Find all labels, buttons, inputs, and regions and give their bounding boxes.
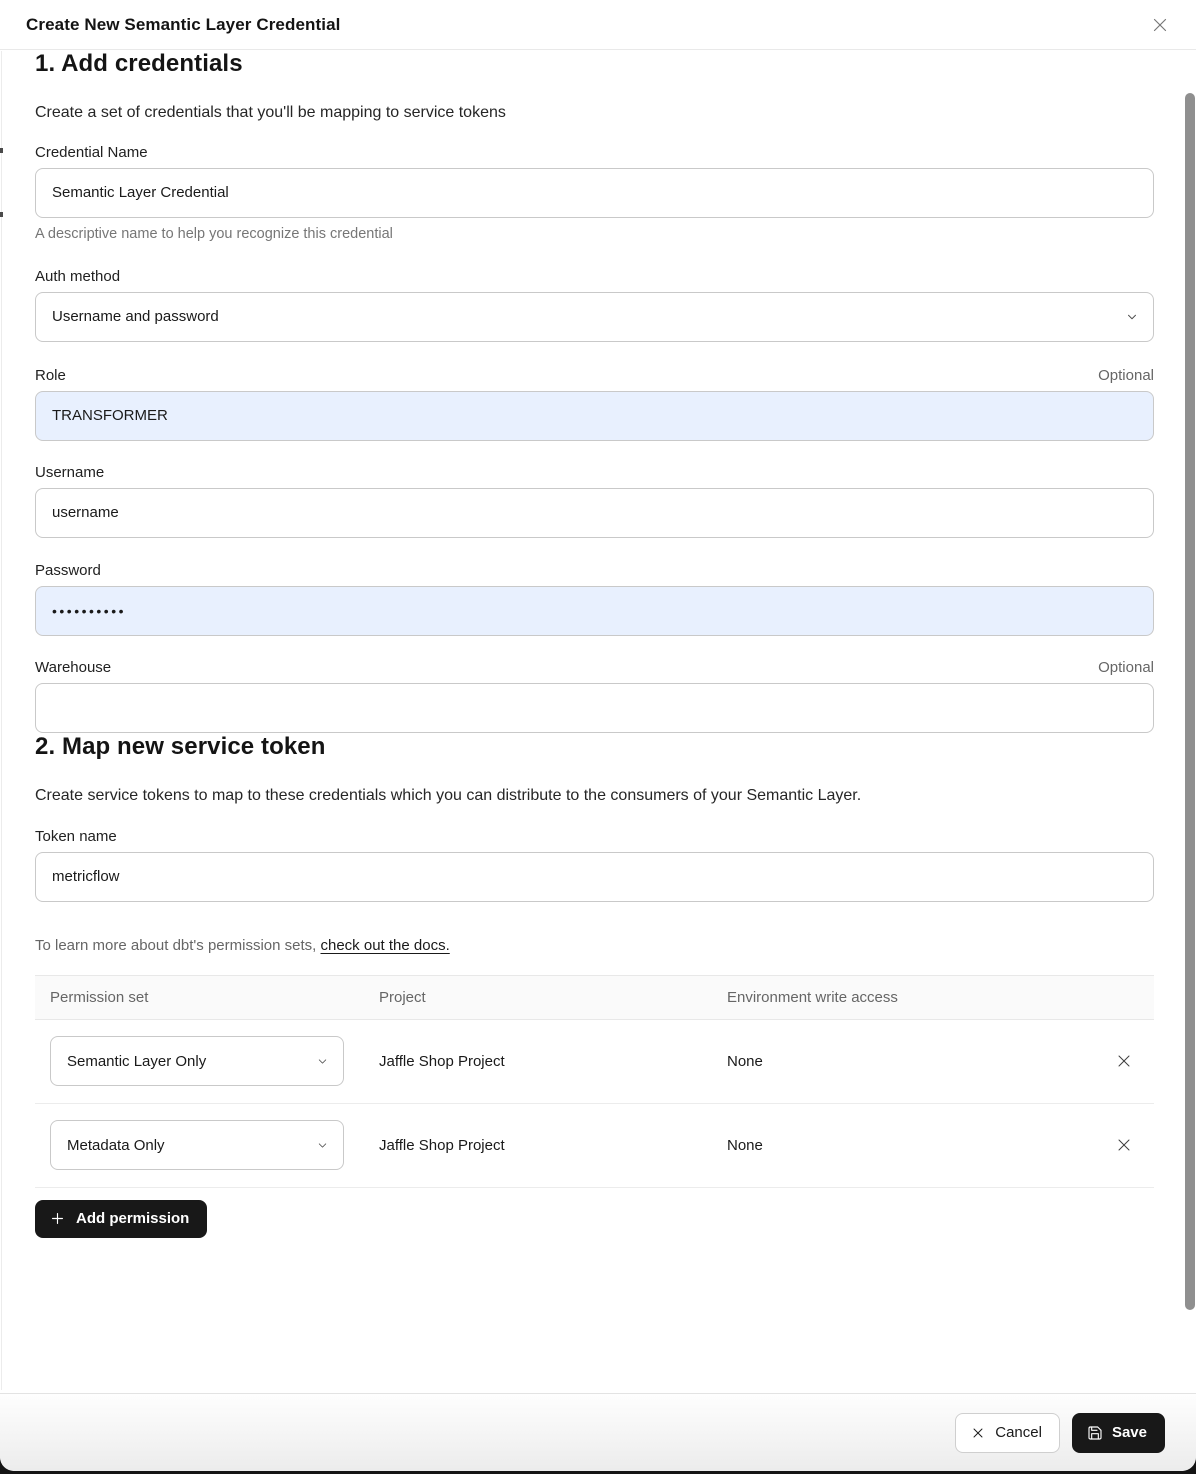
cancel-label: Cancel bbox=[995, 1424, 1042, 1441]
password-input[interactable] bbox=[35, 586, 1154, 636]
permission-docs-note: To learn more about dbt's permission set… bbox=[35, 937, 1154, 954]
credential-name-input[interactable] bbox=[35, 168, 1154, 218]
auth-method-label: Auth method bbox=[35, 268, 120, 285]
cancel-button[interactable]: Cancel bbox=[955, 1413, 1060, 1453]
map-service-token-heading: 2. Map new service token bbox=[35, 733, 1154, 762]
remove-icon bbox=[1114, 1135, 1134, 1155]
table-row: Semantic Layer Only Jaffle Shop Project … bbox=[35, 1020, 1154, 1104]
remove-permission-button[interactable] bbox=[1110, 1131, 1138, 1159]
create-credential-modal: Create New Semantic Layer Credential 1. … bbox=[0, 0, 1196, 1471]
save-floppy-icon bbox=[1087, 1425, 1103, 1441]
map-service-token-description: Create service tokens to map to these cr… bbox=[35, 786, 1154, 805]
credential-name-label: Credential Name bbox=[35, 144, 148, 161]
docs-link[interactable]: check out the docs. bbox=[321, 937, 450, 954]
username-label: Username bbox=[35, 464, 104, 481]
permission-set-selected-value: Metadata Only bbox=[67, 1137, 165, 1154]
token-name-field-group: Token name bbox=[35, 828, 1154, 902]
permission-docs-text: To learn more about dbt's permission set… bbox=[35, 937, 321, 954]
role-optional-badge: Optional bbox=[1098, 367, 1154, 384]
permission-set-select[interactable]: Semantic Layer Only bbox=[50, 1036, 344, 1086]
username-field-group: Username bbox=[35, 464, 1154, 538]
column-header-environment-write-access: Environment write access bbox=[727, 989, 1110, 1006]
project-cell: Jaffle Shop Project bbox=[379, 1053, 727, 1070]
column-header-permission-set: Permission set bbox=[50, 989, 379, 1006]
add-credentials-heading: 1. Add credentials bbox=[35, 50, 1154, 79]
permission-set-selected-value: Semantic Layer Only bbox=[67, 1053, 206, 1070]
modal-body: 1. Add credentials Create a set of crede… bbox=[0, 50, 1196, 1238]
save-label: Save bbox=[1112, 1424, 1147, 1441]
add-permission-label: Add permission bbox=[76, 1210, 189, 1227]
vertical-scrollbar[interactable] bbox=[1185, 93, 1195, 1310]
remove-permission-button[interactable] bbox=[1110, 1047, 1138, 1075]
cancel-x-icon bbox=[970, 1425, 986, 1441]
add-permission-button[interactable]: Add permission bbox=[35, 1200, 207, 1238]
background-page-sliver bbox=[1, 51, 2, 1390]
close-button[interactable] bbox=[1148, 13, 1172, 37]
warehouse-field-group: Warehouse Optional bbox=[35, 659, 1154, 733]
project-cell: Jaffle Shop Project bbox=[379, 1137, 727, 1154]
column-header-project: Project bbox=[379, 989, 727, 1006]
modal-header: Create New Semantic Layer Credential bbox=[0, 0, 1196, 50]
background-page-sliver bbox=[0, 212, 3, 217]
save-button[interactable]: Save bbox=[1072, 1413, 1165, 1453]
background-page-sliver bbox=[0, 148, 3, 153]
role-label: Role bbox=[35, 367, 66, 384]
remove-icon bbox=[1114, 1051, 1134, 1071]
token-name-label: Token name bbox=[35, 828, 117, 845]
username-input[interactable] bbox=[35, 488, 1154, 538]
modal-title: Create New Semantic Layer Credential bbox=[26, 15, 340, 35]
role-input[interactable] bbox=[35, 391, 1154, 441]
chevron-down-icon bbox=[316, 1139, 329, 1152]
warehouse-optional-badge: Optional bbox=[1098, 659, 1154, 676]
credential-name-field-group: Credential Name A descriptive name to he… bbox=[35, 144, 1154, 242]
environment-write-access-cell: None bbox=[727, 1053, 1110, 1070]
permissions-table-header: Permission set Project Environment write… bbox=[35, 975, 1154, 1020]
role-field-group: Role Optional bbox=[35, 367, 1154, 441]
add-credentials-description: Create a set of credentials that you'll … bbox=[35, 103, 1154, 122]
plus-icon bbox=[49, 1210, 66, 1227]
password-field-group: Password bbox=[35, 562, 1154, 636]
modal-footer: Cancel Save bbox=[0, 1393, 1196, 1471]
close-icon bbox=[1149, 14, 1171, 36]
credential-name-helper: A descriptive name to help you recognize… bbox=[35, 226, 1154, 242]
environment-write-access-cell: None bbox=[727, 1137, 1110, 1154]
chevron-down-icon bbox=[1125, 310, 1139, 324]
warehouse-input[interactable] bbox=[35, 683, 1154, 733]
password-label: Password bbox=[35, 562, 101, 579]
permissions-table: Permission set Project Environment write… bbox=[35, 975, 1154, 1188]
auth-method-selected-value: Username and password bbox=[52, 308, 219, 325]
token-name-input[interactable] bbox=[35, 852, 1154, 902]
warehouse-label: Warehouse bbox=[35, 659, 111, 676]
chevron-down-icon bbox=[316, 1055, 329, 1068]
permission-set-select[interactable]: Metadata Only bbox=[50, 1120, 344, 1170]
auth-method-select[interactable]: Username and password bbox=[35, 292, 1154, 342]
auth-method-field-group: Auth method Username and password bbox=[35, 268, 1154, 342]
table-row: Metadata Only Jaffle Shop Project None bbox=[35, 1104, 1154, 1188]
